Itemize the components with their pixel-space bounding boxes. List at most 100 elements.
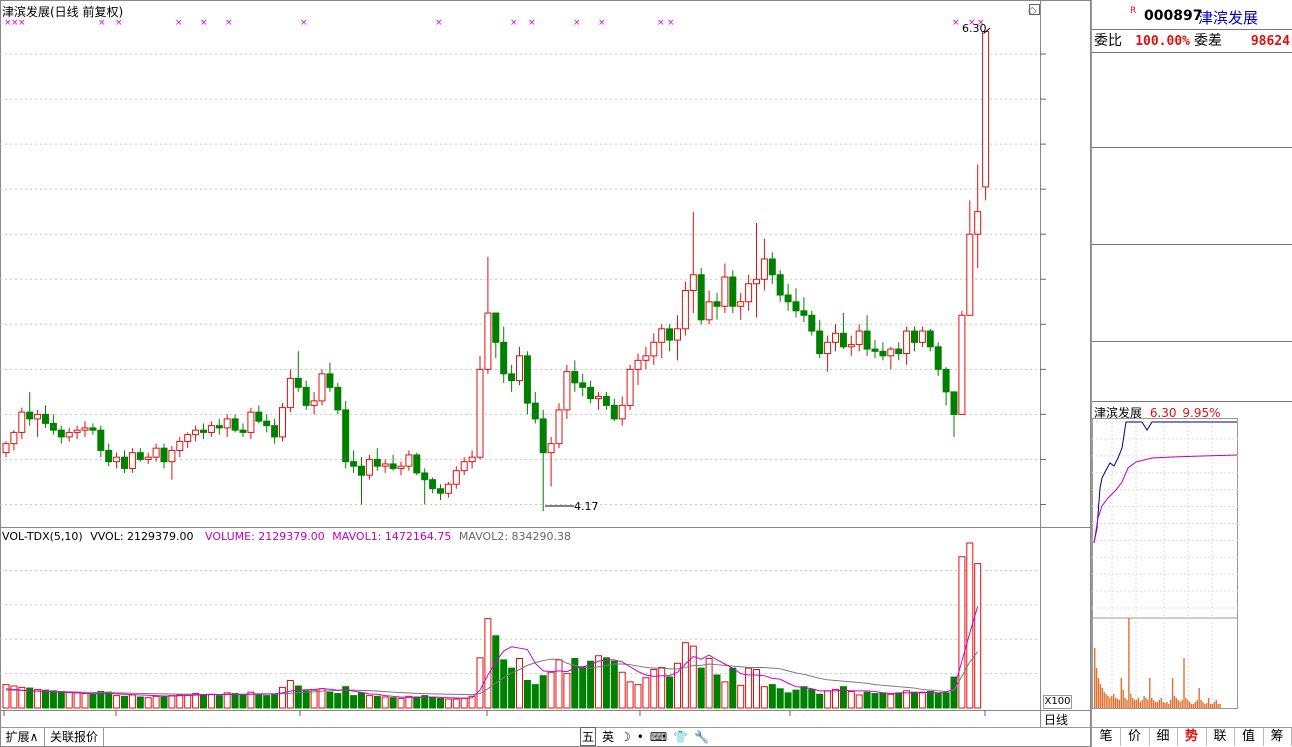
volume-bar [279,686,286,709]
intraday-volume-bar [1137,698,1140,708]
volume-bar [871,693,879,709]
volume-bar [184,693,192,709]
intraday-volume-bar [1160,698,1162,708]
intraday-volume-bar [1116,699,1119,708]
candle [508,373,516,382]
intraday-volume-bar [1141,700,1143,708]
volume-bar [34,688,42,709]
buy-row [1094,168,1291,187]
candle [618,404,626,420]
candle [421,472,429,481]
intraday-volume-bar [1211,704,1214,708]
candle [437,488,444,494]
candle [523,355,531,404]
candle [966,233,974,316]
panel-tab[interactable]: 价 [1121,728,1150,746]
intraday-volume-bar [1194,702,1197,708]
window-toggle-icon[interactable] [1029,4,1040,15]
candle [200,429,207,433]
sell-row [1094,91,1291,110]
candle [89,427,97,431]
intraday-volume-bar [1147,700,1149,708]
volume-bar [2,684,10,709]
period-label[interactable]: 日线 [1044,711,1068,728]
candle [650,341,658,357]
volume-bar [310,689,318,709]
stat-row [1094,284,1291,303]
panel-tab[interactable]: 笔 [1092,728,1121,746]
candle [634,359,642,370]
wrench-icon[interactable]: 🔧 [694,730,709,744]
volume-bar [760,686,768,709]
panel-tab[interactable]: 势 [1178,728,1207,746]
candle [444,483,452,494]
candle [737,301,745,307]
intraday-volume-bar [1202,702,1204,708]
candle [689,274,697,292]
candle [271,425,279,438]
candle [239,429,247,433]
volume-bar [452,698,460,709]
moon-icon[interactable]: ☽ [620,730,631,744]
candle [982,31,990,188]
candle [674,328,681,341]
tab-related-quotes[interactable]: 关联报价 [45,728,104,746]
panel-tab[interactable]: 联 [1206,728,1235,746]
volume-bar [192,693,200,709]
panel-tab[interactable]: 值 [1235,728,1264,746]
volume-bar [168,695,176,709]
candle [642,355,650,361]
wubi-icon[interactable]: 五 [580,727,597,746]
volume-bar [81,693,89,709]
intraday-volume-bar [1122,690,1124,708]
vvol-value: VVOL: 2129379.00 [90,530,194,543]
panel-tab[interactable]: 筹 [1263,728,1292,746]
volume-bar [721,681,729,709]
volume-bar [666,676,674,709]
volume-bar [239,694,247,709]
volume-bar [808,688,816,709]
volume-bar [895,692,903,709]
candle [832,332,839,343]
volume-bar [152,695,160,709]
volume-bar [121,695,128,709]
candle [413,454,421,474]
intraday-volume-bar [1170,700,1172,708]
intraday-volume-bar [1111,696,1113,708]
candle [500,341,508,375]
english-icon[interactable]: 英 [602,728,614,745]
volume-bar [618,671,626,709]
shirt-icon[interactable]: 👕 [673,730,688,744]
volume-bar [579,666,587,709]
signal-marker: × [300,18,308,28]
tab-expand[interactable]: 扩展∧ [0,728,45,746]
candle [658,328,666,343]
intraday-volume-bar [1139,702,1141,708]
volume-bar [824,690,832,709]
volume-bar [255,693,263,709]
volume-bar [136,696,144,709]
intraday-chart[interactable] [1092,418,1292,728]
dot-icon[interactable]: • [637,730,644,744]
volume-bar [437,697,444,709]
intraday-volume-bar [1132,698,1134,708]
volume-header: VOL-TDX(5,10) VVOL: 2129379.00 VOLUME: 2… [2,530,571,543]
candle [887,348,895,357]
stock-name: 津滨发展 [1198,9,1259,27]
weicha-value: 98624 [1250,34,1290,49]
volume-bar [816,693,824,709]
chart-canvas[interactable]: × × × × × × × × × × × × × × × × × × × [0,0,1091,747]
candle [784,294,792,303]
candle [350,461,358,467]
panel-tab[interactable]: 细 [1149,728,1178,746]
intraday-volume-bar [1192,704,1195,708]
keyboard-icon[interactable]: ⌨ [650,730,667,744]
candle [595,395,602,400]
low-annotation: 4.17 [574,500,599,513]
intraday-volume-bar [1124,698,1126,708]
intraday-volume-bar [1166,702,1168,708]
volume-bar [389,697,397,709]
mavol1-value: MAVOL1: 1472164.75 [332,530,452,543]
candle [610,404,618,420]
intraday-volume-bar [1196,700,1198,708]
